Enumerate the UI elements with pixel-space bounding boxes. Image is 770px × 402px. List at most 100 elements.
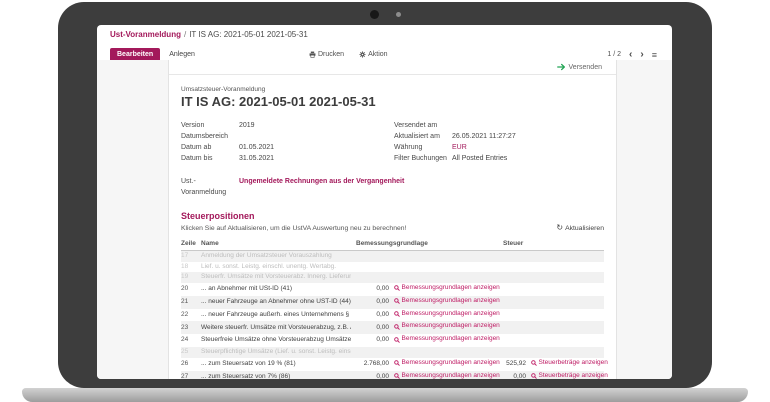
show-tax-amounts-label: Steuerbeträge anzeigen	[539, 371, 608, 379]
magnifier-icon	[394, 285, 400, 291]
pager-prev-icon[interactable]: ‹	[629, 50, 632, 60]
row-base-link-cell: Bemessungsgrundlagen anzeigen	[389, 334, 498, 347]
refresh-button[interactable]: ↻ Aktualisieren	[556, 224, 604, 232]
section-hint-row: Klicken Sie auf Aktualisieren, um die Us…	[181, 224, 604, 232]
show-tax-amounts-link[interactable]: Steuerbeträge anzeigen	[531, 371, 608, 379]
table-row: 23Weitere steuerfr. Umsätze mit Vorsteue…	[181, 321, 604, 334]
show-base-amounts-label: Bemessungsgrundlagen anzeigen	[402, 309, 500, 320]
row-base-link-cell: Bemessungsgrundlagen anzeigen	[389, 296, 498, 309]
breadcrumb-current: IT IS AG: 2021-05-01 2021-05-31	[189, 30, 308, 39]
record-type-label: Umsatzsteuer-Voranmeldung	[181, 86, 604, 93]
row-line-number: 22	[181, 310, 201, 321]
field-row: Versendet am	[394, 120, 604, 131]
show-base-amounts-link[interactable]: Bemessungsgrundlagen anzeigen	[394, 371, 500, 379]
show-base-amounts-label: Bemessungsgrundlagen anzeigen	[402, 296, 500, 307]
printer-icon	[309, 51, 316, 58]
row-base-link-cell: Bemessungsgrundlagen anzeigen	[389, 358, 498, 371]
unreported-invoices-link[interactable]: Ungemeldete Rechnungen aus der Vergangen…	[239, 176, 404, 198]
show-base-amounts-link[interactable]: Bemessungsgrundlagen anzeigen	[394, 358, 500, 369]
create-button[interactable]: Anlegen	[169, 51, 195, 58]
field-label: Version	[181, 120, 239, 131]
camera-led-icon	[396, 12, 401, 17]
field-value: 2019	[239, 120, 255, 131]
send-arrow-icon	[557, 63, 566, 71]
magnifier-icon	[394, 360, 400, 366]
action-button[interactable]: Aktion	[359, 51, 387, 58]
header-zeile: Zeile	[181, 238, 201, 250]
magnifier-icon	[394, 324, 400, 330]
pager-next-icon[interactable]: ›	[640, 50, 643, 60]
table-row: 22... neuer Fahrzeuge außerh. eines Unte…	[181, 309, 604, 322]
row-line-number: 23	[181, 323, 201, 334]
row-base-link-cell: Bemessungsgrundlagen anzeigen	[389, 283, 498, 296]
show-base-amounts-label: Bemessungsgrundlagen anzeigen	[402, 321, 500, 332]
table-body: 17Anmeldung der Umsatzsteuer Vorauszahlu…	[181, 251, 604, 379]
show-tax-amounts-link[interactable]: Steuerbeträge anzeigen	[531, 358, 608, 369]
ustva-label: Ust.-Voranmeldung	[181, 176, 239, 198]
row-base-amount: 0,00	[351, 323, 389, 334]
camera-icon	[370, 10, 379, 19]
header-name: Name	[201, 238, 351, 250]
breadcrumb-parent-link[interactable]: Ust-Voranmeldung	[110, 30, 181, 39]
app-window: Ust-Voranmeldung/IT IS AG: 2021-05-01 20…	[97, 25, 672, 379]
row-name: ... neuer Fahrzeuge an Abnehmer ohne UST…	[201, 297, 351, 308]
row-tax-link-cell: Steuerbeträge anzeigen	[526, 371, 604, 379]
field-column-right: Versendet amAktualisiert am26.05.2021 11…	[394, 120, 604, 164]
field-label: Datum ab	[181, 142, 239, 153]
row-name: Anmeldung der Umsatzsteuer Vorauszahlung	[201, 251, 351, 262]
row-base-amount: 0,00	[351, 297, 389, 308]
field-row: Version2019	[181, 120, 394, 131]
field-row: Datumsbereich	[181, 131, 394, 142]
send-label: Versenden	[569, 64, 602, 71]
field-row: Datum ab01.05.2021	[181, 142, 394, 153]
row-tax-link-cell: Steuerbeträge anzeigen	[526, 358, 604, 371]
field-row: Aktualisiert am26.05.2021 11:27:27	[394, 131, 604, 142]
laptop-mockup: Ust-Voranmeldung/IT IS AG: 2021-05-01 20…	[0, 0, 770, 402]
ustva-row: Ust.-Voranmeldung Ungemeldete Rechnungen…	[181, 176, 604, 198]
show-tax-amounts-label: Steuerbeträge anzeigen	[539, 358, 608, 369]
row-name: Steuerpflichtige Umsätze (Lief. u. sonst…	[201, 347, 351, 358]
refresh-label: Aktualisieren	[565, 225, 604, 232]
table-row: 18Lief. u. sonst. Leistg. einschl. unent…	[181, 262, 604, 273]
show-base-amounts-link[interactable]: Bemessungsgrundlagen anzeigen	[394, 334, 500, 345]
show-base-amounts-link[interactable]: Bemessungsgrundlagen anzeigen	[394, 296, 500, 307]
action-label: Aktion	[368, 51, 387, 58]
field-label: Währung	[394, 142, 452, 153]
magnifier-icon	[394, 298, 400, 304]
field-value: 01.05.2021	[239, 142, 274, 153]
row-name: ... an Abnehmer mit USt-ID (41)	[201, 284, 351, 295]
row-base-link-cell: Bemessungsgrundlagen anzeigen	[389, 309, 498, 322]
row-line-number: 24	[181, 335, 201, 346]
row-name: Steuerfreie Umsätze ohne Vorsteuerabzug …	[201, 335, 351, 346]
magnifier-icon	[394, 311, 400, 317]
field-label: Datum bis	[181, 153, 239, 164]
table-row: 19Steuerfr. Umsätze mit Vorsteuerabz. In…	[181, 272, 604, 283]
menu-icon[interactable]: ≡	[652, 50, 657, 60]
page-title: IT IS AG: 2021-05-01 2021-05-31	[181, 94, 604, 109]
pager-counter: 1 / 2	[607, 51, 621, 58]
magnifier-icon	[394, 337, 400, 343]
row-name: Weitere steuerfr. Umsätze mit Vorsteuera…	[201, 323, 351, 334]
field-label: Filter Buchungen	[394, 153, 452, 164]
row-base-amount: 0,00	[351, 335, 389, 346]
table-row: 24Steuerfreie Umsätze ohne Vorsteuerabzu…	[181, 334, 604, 347]
row-line-number: 27	[181, 372, 201, 379]
row-base-amount: 0,00	[351, 372, 389, 379]
tax-table: Zeile Name Bemessungsgrundlage Steuer 17…	[181, 238, 604, 379]
send-button[interactable]: Versenden	[557, 63, 602, 71]
show-base-amounts-link[interactable]: Bemessungsgrundlagen anzeigen	[394, 321, 500, 332]
table-row: 26... zum Steuersatz von 19 % (81)2.768,…	[181, 358, 604, 371]
print-button[interactable]: Drucken	[309, 51, 344, 58]
row-line-number: 18	[181, 262, 201, 273]
breadcrumb-separator: /	[184, 30, 186, 39]
row-line-number: 17	[181, 251, 201, 262]
field-row: Datum bis31.05.2021	[181, 153, 394, 164]
field-value[interactable]: EUR	[452, 142, 467, 153]
show-base-amounts-link[interactable]: Bemessungsgrundlagen anzeigen	[394, 309, 500, 320]
print-label: Drucken	[318, 51, 344, 58]
row-line-number: 19	[181, 272, 201, 283]
table-row: 25Steuerpflichtige Umsätze (Lief. u. son…	[181, 347, 604, 358]
magnifier-icon	[531, 360, 537, 366]
table-header: Zeile Name Bemessungsgrundlage Steuer	[181, 238, 604, 251]
show-base-amounts-link[interactable]: Bemessungsgrundlagen anzeigen	[394, 283, 500, 294]
